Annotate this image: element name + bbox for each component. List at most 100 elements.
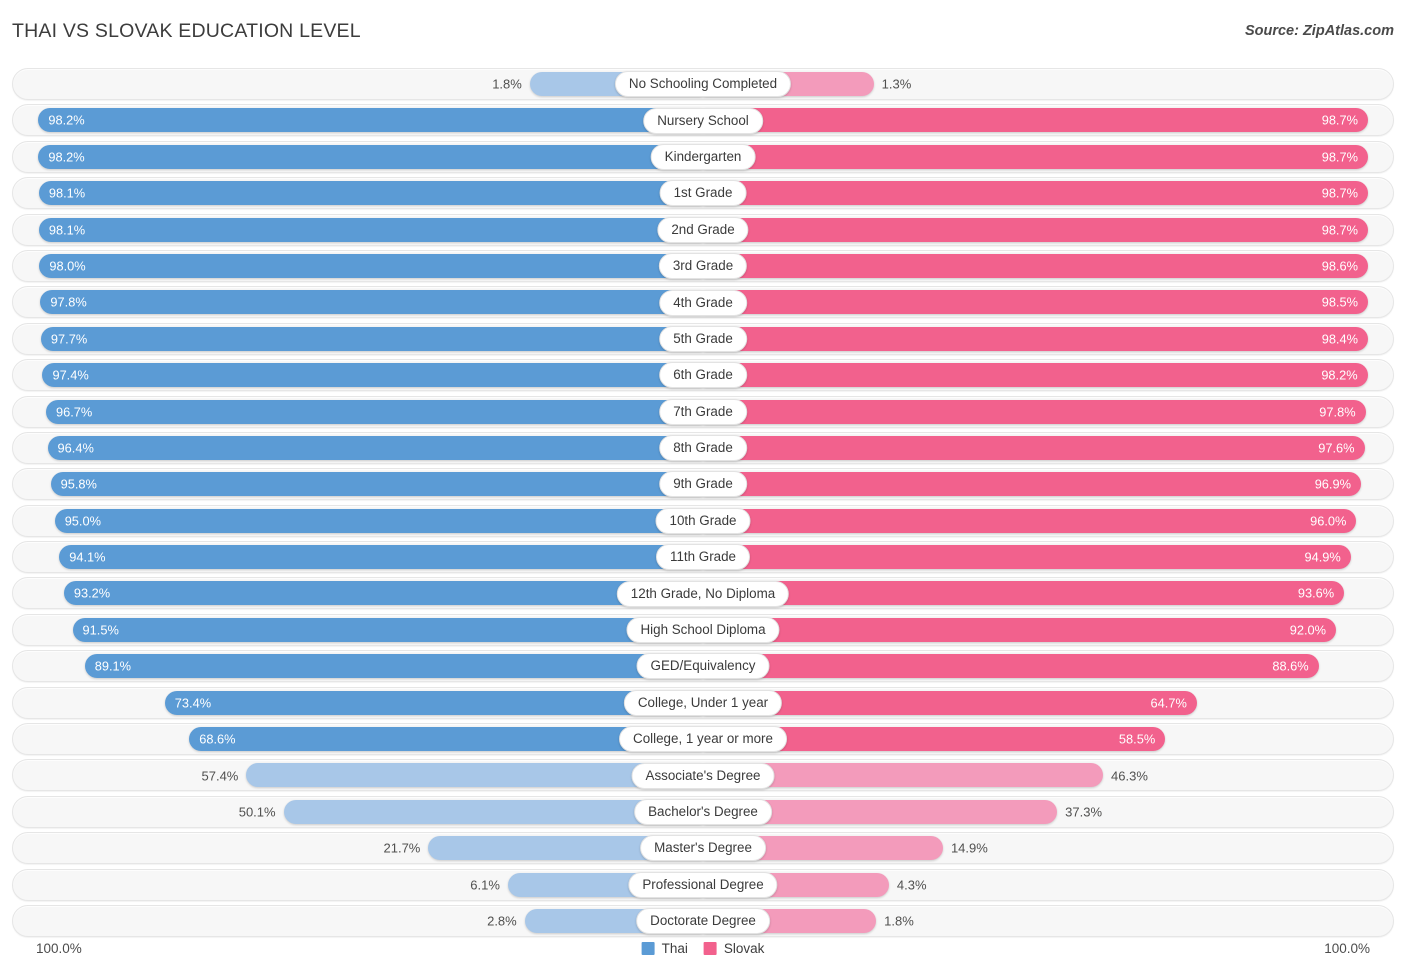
legend-label: Thai xyxy=(661,941,688,956)
chart-row: 95.0% 96.0% 10th Grade xyxy=(0,503,1406,539)
value-label-slovak: 98.7% xyxy=(1321,112,1358,128)
category-label[interactable]: 2nd Grade xyxy=(657,216,749,243)
value-label-thai: 95.8% xyxy=(60,476,97,492)
category-label[interactable]: 1st Grade xyxy=(659,180,747,207)
category-label[interactable]: Bachelor's Degree xyxy=(634,799,772,825)
value-label-thai: 97.8% xyxy=(50,294,87,310)
chart-row: 21.7% 14.9% Master's Degree xyxy=(0,830,1406,866)
category-label[interactable]: Nursery School xyxy=(643,107,763,134)
chart-row: 94.1% 94.9% 11th Grade xyxy=(0,539,1406,575)
value-label-slovak: 93.6% xyxy=(1297,585,1335,601)
category-label[interactable]: Associate's Degree xyxy=(631,762,775,789)
value-label-slovak: 94.9% xyxy=(1304,549,1341,565)
bar-slovak: 96.9% xyxy=(703,472,1361,497)
chart-row: 2.8% 1.8% Doctorate Degree xyxy=(0,903,1406,939)
value-label-thai: 97.4% xyxy=(52,367,89,383)
value-label-slovak: 4.3% xyxy=(896,877,927,893)
category-label[interactable]: No Schooling Completed xyxy=(614,71,792,98)
category-label[interactable]: 5th Grade xyxy=(659,325,747,352)
value-label-slovak: 58.5% xyxy=(1118,731,1156,747)
bar-thai: 89.1% xyxy=(84,654,703,679)
value-label-slovak: 98.7% xyxy=(1321,222,1358,238)
bar-thai: 98.1% xyxy=(38,217,703,242)
value-label-thai: 73.4% xyxy=(174,695,212,711)
value-label-slovak: 97.6% xyxy=(1318,440,1355,456)
bar-slovak: 98.6% xyxy=(703,253,1368,278)
bar-slovak: 98.7% xyxy=(703,181,1368,206)
legend-swatch-icon xyxy=(641,942,655,955)
category-label[interactable]: 4th Grade xyxy=(659,289,747,316)
bar-thai: 98.2% xyxy=(38,108,703,133)
category-label[interactable]: 6th Grade xyxy=(659,362,747,389)
category-label[interactable]: 12th Grade, No Diploma xyxy=(616,580,790,607)
value-label-slovak: 88.6% xyxy=(1272,658,1309,674)
category-label[interactable]: Professional Degree xyxy=(628,871,778,898)
bar-slovak: 97.8% xyxy=(703,399,1366,424)
value-label-thai: 98.0% xyxy=(49,258,86,274)
category-label[interactable]: Doctorate Degree xyxy=(636,908,770,935)
bar-slovak: 96.0% xyxy=(703,508,1357,533)
category-label[interactable]: College, Under 1 year xyxy=(623,689,783,716)
bar-thai: 94.1% xyxy=(59,545,703,570)
value-label-slovak: 14.9% xyxy=(950,840,988,856)
value-label-thai: 98.1% xyxy=(48,185,86,201)
value-label-slovak: 97.8% xyxy=(1319,404,1356,420)
bar-thai: 98.1% xyxy=(38,181,703,206)
value-label-slovak: 92.0% xyxy=(1289,622,1327,638)
value-label-slovak: 1.8% xyxy=(884,913,914,929)
bar-thai: 91.5% xyxy=(72,617,703,642)
chart-row: 68.6% 58.5% College, 1 year or more xyxy=(0,721,1406,757)
value-label-slovak: 96.9% xyxy=(1314,476,1351,492)
chart-row: 57.4% 46.3% Associate's Degree xyxy=(0,757,1406,793)
chart-container: THAI VS SLOVAK EDUCATION LEVEL Source: Z… xyxy=(0,0,1406,975)
chart-footer: 100.0% Thai Slovak 100.0% xyxy=(0,941,1406,965)
legend-item-thai[interactable]: Thai xyxy=(641,941,688,956)
chart-row: 96.4% 97.6% 8th Grade xyxy=(0,430,1406,466)
value-label-slovak: 98.6% xyxy=(1321,258,1358,274)
bar-thai: 98.2% xyxy=(38,144,703,169)
value-label-slovak: 96.0% xyxy=(1310,513,1347,529)
category-label[interactable]: High School Diploma xyxy=(626,617,780,644)
value-label-slovak: 64.7% xyxy=(1150,695,1187,711)
value-label-thai: 2.8% xyxy=(487,913,517,929)
value-label-thai: 89.1% xyxy=(94,658,132,674)
category-label[interactable]: 8th Grade xyxy=(659,435,747,462)
value-label-thai: 96.4% xyxy=(57,440,94,456)
value-label-thai: 21.7% xyxy=(383,840,421,856)
value-label-slovak: 98.7% xyxy=(1321,149,1358,165)
value-label-slovak: 98.7% xyxy=(1321,185,1358,201)
bar-slovak: 98.7% xyxy=(703,144,1368,169)
bar-slovak: 98.5% xyxy=(703,290,1368,315)
category-label[interactable]: College, 1 year or more xyxy=(619,726,787,753)
bar-thai: 95.0% xyxy=(54,508,703,533)
bar-slovak: 98.2% xyxy=(703,363,1368,388)
bar-slovak: 94.9% xyxy=(703,545,1351,570)
chart-row: 73.4% 64.7% College, Under 1 year xyxy=(0,685,1406,721)
value-label-slovak: 46.3% xyxy=(1111,768,1148,784)
legend-swatch-icon xyxy=(703,942,717,955)
category-label[interactable]: 10th Grade xyxy=(655,507,751,534)
value-label-slovak: 37.3% xyxy=(1065,804,1103,820)
value-label-thai: 98.1% xyxy=(48,222,86,238)
category-label[interactable]: 9th Grade xyxy=(659,471,747,498)
value-label-thai: 50.1% xyxy=(238,804,276,820)
legend-item-slovak[interactable]: Slovak xyxy=(703,941,765,956)
category-label[interactable]: Master's Degree xyxy=(640,835,766,862)
category-label[interactable]: 11th Grade xyxy=(655,544,751,571)
chart-header: THAI VS SLOVAK EDUCATION LEVEL Source: Z… xyxy=(0,0,1406,62)
chart-row: 89.1% 88.6% GED/Equivalency xyxy=(0,648,1406,684)
bar-slovak: 93.6% xyxy=(703,581,1345,606)
bar-slovak: 88.6% xyxy=(703,654,1319,679)
bar-thai: 97.4% xyxy=(42,363,703,388)
bar-thai: 73.4% xyxy=(164,690,703,715)
category-label[interactable]: 3rd Grade xyxy=(658,253,748,280)
category-label[interactable]: 7th Grade xyxy=(659,398,747,425)
bar-slovak: 98.7% xyxy=(703,217,1368,242)
value-label-slovak: 1.3% xyxy=(881,76,912,92)
chart-row: 97.7% 98.4% 5th Grade xyxy=(0,321,1406,357)
axis-label-right: 100.0% xyxy=(1324,941,1370,956)
legend-label: Slovak xyxy=(723,941,765,956)
value-label-slovak: 98.2% xyxy=(1321,367,1358,383)
category-label[interactable]: GED/Equivalency xyxy=(636,653,770,680)
category-label[interactable]: Kindergarten xyxy=(650,143,756,170)
